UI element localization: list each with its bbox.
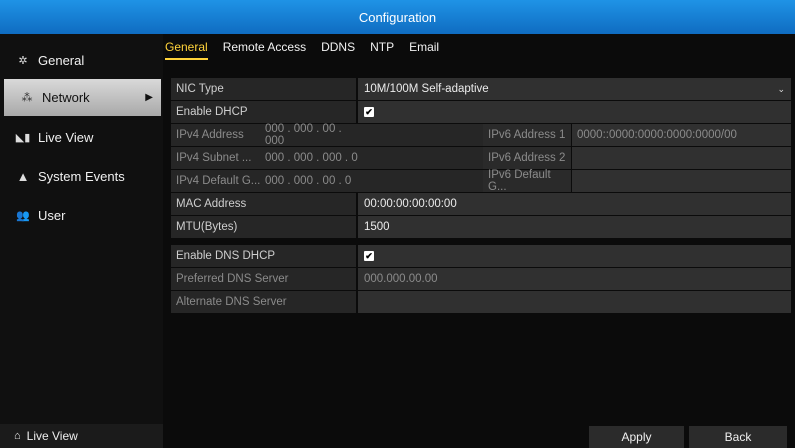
ipv6-gateway-label: IPv6 Default G... bbox=[483, 169, 571, 193]
preferred-dns-label: Preferred DNS Server bbox=[171, 268, 356, 290]
network-icon: ⁂ bbox=[21, 92, 33, 104]
enable-dhcp-row: Enable DHCP ✔ bbox=[171, 101, 791, 124]
preferred-dns-field[interactable]: 000.000.00.00 bbox=[358, 268, 791, 290]
alternate-dns-field[interactable] bbox=[358, 291, 791, 313]
sidebar-item-system-events[interactable]: ▲ System Events bbox=[0, 158, 163, 195]
tab-ddns[interactable]: DDNS bbox=[321, 40, 355, 60]
mac-address-value: 00:00:00:00:00:00 bbox=[358, 193, 791, 215]
enable-dhcp-label: Enable DHCP bbox=[171, 101, 356, 123]
tab-bar: General Remote Access DDNS NTP Email bbox=[165, 40, 454, 60]
tab-email[interactable]: Email bbox=[409, 40, 439, 60]
live-view-button[interactable]: ⌂ Live View bbox=[0, 424, 163, 448]
enable-dhcp-checkbox[interactable]: ✔ bbox=[364, 107, 374, 117]
sidebar-item-label: Live View bbox=[38, 130, 94, 145]
mtu-label: MTU(Bytes) bbox=[171, 216, 356, 238]
alternate-dns-row: Alternate DNS Server bbox=[171, 291, 791, 314]
mac-address-row: MAC Address 00:00:00:00:00:00 bbox=[171, 193, 791, 216]
sidebar: ✲ General ⁂ Network ▶ ◣▮ Live View ▲ Sys… bbox=[0, 34, 163, 448]
window-title: Configuration bbox=[358, 9, 437, 25]
ipv4-gateway-label: IPv4 Default G... bbox=[171, 170, 263, 192]
sidebar-item-label: Network bbox=[42, 90, 90, 105]
ipv4-address-field[interactable]: 000 . 000 . 00 . 000 bbox=[263, 123, 358, 147]
sidebar-item-label: General bbox=[38, 53, 85, 68]
ipv4-gateway-row: IPv4 Default G... 000 . 000 . 00 . 0 IPv… bbox=[171, 169, 791, 193]
warning-icon: ▲ bbox=[16, 169, 30, 184]
ipv4-subnet-field[interactable]: 000 . 000 . 000 . 0 bbox=[263, 147, 358, 169]
chevron-down-icon: ⌄ bbox=[777, 83, 785, 94]
alternate-dns-label: Alternate DNS Server bbox=[171, 291, 356, 313]
ipv4-address-label: IPv4 Address bbox=[171, 124, 263, 146]
enable-dns-dhcp-label: Enable DNS DHCP bbox=[171, 245, 356, 267]
back-button[interactable]: Back bbox=[689, 426, 787, 448]
sidebar-item-label: System Events bbox=[38, 169, 125, 184]
ipv6-address2-field[interactable] bbox=[572, 147, 791, 169]
preferred-dns-row: Preferred DNS Server 000.000.00.00 bbox=[171, 268, 791, 291]
sidebar-item-label: User bbox=[38, 208, 66, 223]
sidebar-item-network[interactable]: ⁂ Network ▶ bbox=[4, 79, 161, 116]
live-view-label: Live View bbox=[26, 429, 78, 443]
tab-general[interactable]: General bbox=[165, 40, 208, 60]
mac-address-label: MAC Address bbox=[171, 193, 356, 215]
tab-ntp[interactable]: NTP bbox=[370, 40, 394, 60]
ipv4-subnet-label: IPv4 Subnet ... bbox=[171, 147, 263, 169]
window-title-bar: Configuration bbox=[0, 0, 795, 34]
ipv6-gateway-field[interactable] bbox=[572, 170, 791, 192]
ipv4-address-row: IPv4 Address 000 . 000 . 00 . 000 IPv6 A… bbox=[171, 123, 791, 147]
sidebar-item-general[interactable]: ✲ General bbox=[0, 42, 163, 79]
ipv4-gateway-field[interactable]: 000 . 000 . 00 . 0 bbox=[263, 170, 358, 192]
ipv6-address2-label: IPv6 Address 2 bbox=[483, 147, 571, 169]
nic-type-select[interactable]: 10M/100M Self-adaptive ⌄ bbox=[358, 78, 791, 100]
ipv6-address1-label: IPv6 Address 1 bbox=[483, 124, 571, 146]
chevron-right-icon: ▶ bbox=[145, 92, 153, 103]
ipv6-address1-field[interactable]: 0000::0000:0000:0000:0000/00 bbox=[572, 124, 791, 146]
nic-type-label: NIC Type bbox=[171, 78, 356, 100]
network-settings-panel: NIC Type 10M/100M Self-adaptive ⌄ Enable… bbox=[171, 78, 791, 314]
home-icon: ⌂ bbox=[14, 430, 21, 442]
mtu-row: MTU(Bytes) 1500 bbox=[171, 216, 791, 239]
user-icon: 👥 bbox=[16, 210, 30, 222]
apply-button[interactable]: Apply bbox=[589, 426, 684, 448]
enable-dhcp-cell: ✔ bbox=[358, 101, 791, 123]
enable-dns-dhcp-cell: ✔ bbox=[358, 245, 791, 267]
sidebar-item-live-view[interactable]: ◣▮ Live View bbox=[0, 119, 163, 156]
nic-type-row: NIC Type 10M/100M Self-adaptive ⌄ bbox=[171, 78, 791, 101]
nic-type-value: 10M/100M Self-adaptive bbox=[364, 83, 489, 95]
tab-remote-access[interactable]: Remote Access bbox=[223, 40, 306, 60]
sidebar-item-user[interactable]: 👥 User bbox=[0, 197, 163, 234]
mtu-field[interactable]: 1500 bbox=[358, 216, 791, 238]
camera-icon: ◣▮ bbox=[15, 132, 31, 144]
enable-dns-dhcp-checkbox[interactable]: ✔ bbox=[364, 251, 374, 261]
ipv4-subnet-row: IPv4 Subnet ... 000 . 000 . 000 . 0 IPv6… bbox=[171, 147, 791, 170]
enable-dns-dhcp-row: Enable DNS DHCP ✔ bbox=[171, 245, 791, 268]
gear-icon: ✲ bbox=[18, 55, 28, 67]
